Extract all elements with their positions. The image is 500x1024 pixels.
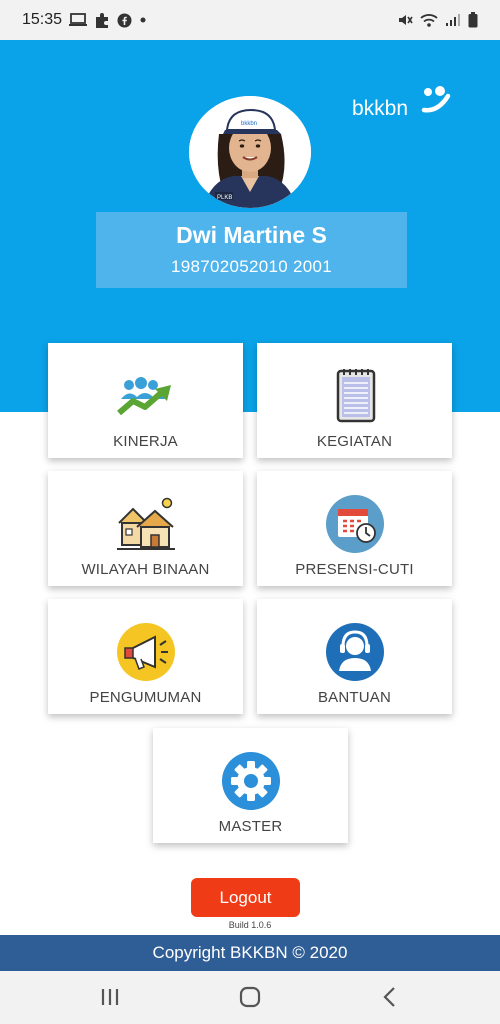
menu-label-bantuan: BANTUAN [317, 689, 392, 706]
support-agent-icon [326, 623, 384, 681]
menu-tile-presensi-cuti[interactable]: PRESENSI-CUTI [257, 471, 452, 586]
copyright-footer: Copyright BKKBN © 2020 [0, 935, 500, 971]
menu-tile-wilayah-binaan[interactable]: WILAYAH BINAAN [48, 471, 243, 586]
houses-icon [117, 497, 175, 550]
profile-card: Dwi Martine S 198702052010 2001 [96, 212, 407, 288]
logo-text: bkkbn [352, 97, 408, 120]
menu-label-master: MASTER [218, 818, 283, 835]
calendar-clock-icon [326, 495, 384, 553]
recent-apps-icon[interactable] [96, 984, 124, 1010]
system-nav-bar [0, 971, 500, 1024]
battery-icon [468, 12, 478, 28]
logout-button[interactable]: Logout [191, 878, 300, 917]
user-name: Dwi Martine S [176, 222, 327, 248]
facebook-icon [117, 13, 132, 27]
mute-icon [399, 15, 413, 25]
back-icon[interactable] [376, 984, 404, 1010]
user-id-number: 198702052010 2001 [170, 257, 333, 276]
cap-text: bkkbn [241, 121, 257, 127]
status-time: 15:35 [22, 11, 63, 28]
menu-tile-bantuan[interactable]: BANTUAN [257, 599, 452, 714]
dot-icon [140, 17, 146, 23]
menu-tile-pengumuman[interactable]: PENGUMUMAN [48, 599, 243, 714]
menu-label-kinerja: KINERJA [113, 433, 178, 450]
avatar-illustration: PLKB bkkbn [189, 96, 311, 208]
menu-label-kegiatan: KEGIATAN [316, 433, 393, 450]
menu-label-wilayah-binaan: WILAYAH BINAAN [81, 561, 210, 578]
notepad-icon [336, 369, 376, 423]
megaphone-icon [117, 623, 175, 681]
menu-tile-master[interactable]: MASTER [153, 728, 348, 843]
menu-tile-kegiatan[interactable]: KEGIATAN [257, 343, 452, 458]
user-avatar: PLKB bkkbn [189, 96, 311, 208]
copyright-text: Copyright BKKBN © 2020 [152, 943, 348, 962]
signal-icon [446, 14, 460, 26]
build-version: Build 1.0.6 [228, 920, 272, 930]
puzzle-icon [96, 13, 109, 28]
status-bar: 15:35 [0, 0, 500, 40]
menu-label-pengumuman: PENGUMUMAN [89, 689, 202, 706]
menu-tile-kinerja[interactable]: KINERJA [48, 343, 243, 458]
performance-chart-icon [117, 377, 171, 416]
menu-label-presensi-cuti: PRESENSI-CUTI [295, 561, 414, 578]
vest-text: PLKB [217, 195, 232, 201]
wifi-icon [420, 13, 438, 27]
status-bar-right [397, 12, 478, 28]
home-icon[interactable] [236, 984, 264, 1010]
status-bar-left: 15:35 [22, 11, 147, 29]
laptop-icon [69, 13, 88, 26]
gear-icon [222, 752, 280, 810]
bkkbn-logo: bkkbn [352, 86, 451, 120]
